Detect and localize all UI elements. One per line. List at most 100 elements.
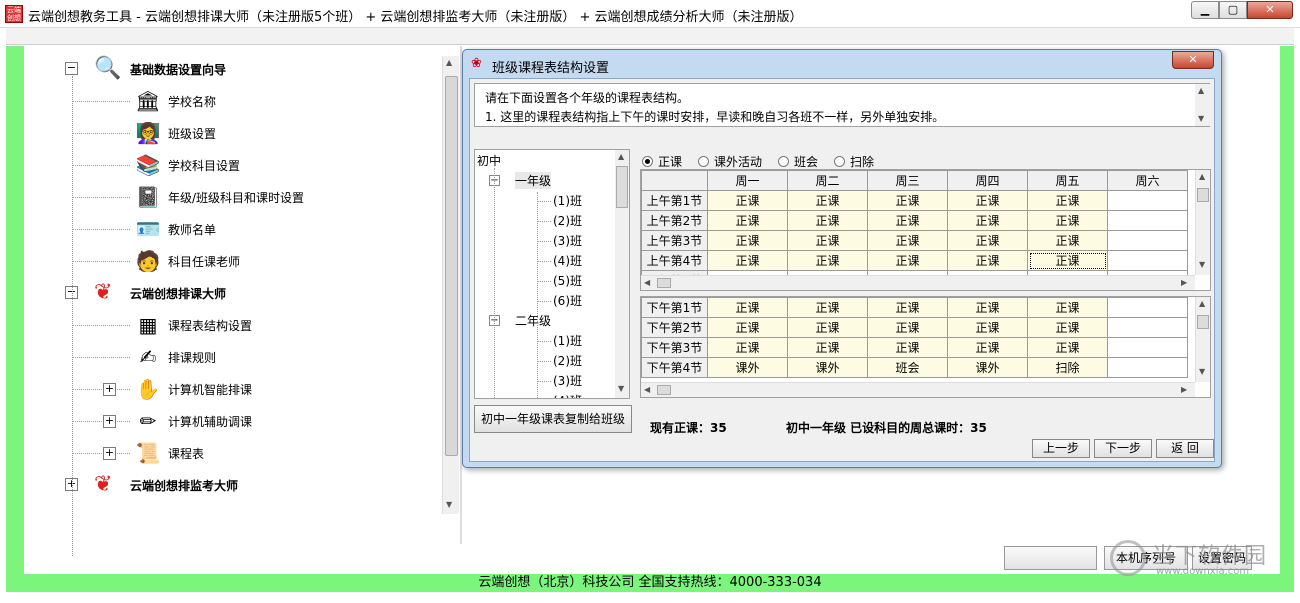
schedule-cell[interactable]: 正课 (867, 190, 948, 211)
tree-item[interactable]: 🪪 教师名单 (24, 214, 424, 244)
expand-icon[interactable]: + (103, 415, 116, 428)
class-tree-class[interactable]: (1)班 (553, 332, 582, 349)
return-button[interactable]: 返 回 (1156, 439, 1214, 458)
schedule-cell[interactable]: 正课 (947, 297, 1028, 318)
schedule-cell[interactable]: 班会 (867, 357, 948, 378)
schedule-cell[interactable]: 扫除 (1027, 357, 1108, 378)
scroll-down-icon[interactable]: ▼ (446, 500, 452, 509)
schedule-cell[interactable]: 课外 (947, 357, 1028, 378)
tree-item[interactable]: + ✏ 计算机辅助调课 (24, 406, 424, 436)
schedule-cell[interactable]: 正课 (707, 337, 788, 358)
maximize-button[interactable]: ▢ (1219, 1, 1247, 19)
grid-horizontal-scrollbar[interactable]: ◀ ▶ (641, 275, 1195, 290)
scroll-up-icon[interactable]: ▲ (1199, 172, 1205, 181)
schedule-cell[interactable]: 课外 (707, 357, 788, 378)
scroll-up-icon[interactable]: ▲ (1198, 86, 1204, 95)
expand-icon[interactable]: + (103, 447, 116, 460)
scroll-thumb[interactable] (445, 76, 458, 456)
schedule-cell[interactable]: 正课 (787, 250, 868, 271)
radio-button-icon[interactable] (642, 156, 653, 167)
schedule-cell[interactable]: 正课 (787, 337, 868, 358)
schedule-cell[interactable] (1107, 337, 1188, 358)
tree-item[interactable]: ▦ 课程表结构设置 (24, 310, 424, 340)
tree-item[interactable]: 📚 学校科目设置 (24, 150, 424, 180)
radio-button-icon[interactable] (778, 156, 789, 167)
scroll-thumb[interactable] (1197, 188, 1209, 202)
class-tree-class[interactable]: (4)班 (553, 252, 582, 269)
schedule-cell[interactable]: 正课 (947, 337, 1028, 358)
schedule-cell[interactable]: 正课 (867, 230, 948, 251)
scroll-right-icon[interactable]: ▶ (1181, 385, 1187, 394)
tree-item[interactable]: 🏛 学校名称 (24, 86, 424, 116)
scroll-thumb[interactable] (1197, 315, 1209, 329)
grid-horizontal-scrollbar[interactable]: ◀ ▶ (641, 382, 1195, 397)
class-tree-class[interactable]: (1)班 (553, 192, 582, 209)
schedule-cell[interactable]: 正课 (947, 190, 1028, 211)
scroll-down-icon[interactable]: ▼ (1199, 260, 1205, 269)
scroll-left-icon[interactable]: ◀ (644, 278, 650, 287)
schedule-cell[interactable]: 正课 (947, 210, 1028, 231)
schedule-cell[interactable]: 正课 (1027, 317, 1108, 338)
radio-option[interactable]: 课外活动 (698, 153, 762, 170)
class-tree-class[interactable]: (2)班 (553, 212, 582, 229)
scroll-left-icon[interactable]: ◀ (644, 385, 650, 394)
class-tree-scrollbar[interactable]: ▲ ▼ (615, 150, 629, 398)
scroll-thumb[interactable] (616, 166, 628, 208)
scroll-down-icon[interactable]: ▼ (1198, 114, 1204, 123)
radio-option[interactable]: 正课 (642, 153, 682, 170)
schedule-cell[interactable]: 正课 (787, 210, 868, 231)
schedule-cell[interactable]: 正课 (787, 230, 868, 251)
schedule-cell[interactable] (1107, 357, 1188, 378)
schedule-cell[interactable]: 课外 (787, 357, 868, 378)
schedule-cell[interactable]: 正课 (787, 190, 868, 211)
schedule-cell[interactable]: 正课 (947, 230, 1028, 251)
schedule-cell[interactable] (1107, 210, 1188, 231)
class-tree-class[interactable]: (2)班 (553, 352, 582, 369)
expand-icon[interactable]: + (103, 383, 116, 396)
schedule-cell[interactable] (1107, 317, 1188, 338)
schedule-cell[interactable]: 正课 (707, 210, 788, 231)
schedule-cell[interactable]: 正课 (1027, 250, 1108, 271)
class-tree-grade[interactable]: 二年级 (515, 312, 551, 329)
tree-item[interactable]: + 📜 课程表 (24, 438, 424, 468)
tree-group[interactable]: − 🔍 基础数据设置向导 (24, 54, 424, 84)
tree-group[interactable]: − ❦ 云端创想排课大师 (24, 278, 424, 308)
schedule-cell[interactable]: 正课 (1027, 190, 1108, 211)
class-tree-class[interactable]: (4)班 (553, 392, 582, 398)
tree-scrollbar[interactable]: ▲ ▼ (442, 56, 459, 514)
schedule-cell[interactable]: 正课 (1027, 337, 1108, 358)
schedule-cell[interactable]: 正课 (1027, 230, 1108, 251)
scroll-thumb[interactable] (657, 385, 671, 395)
instruction-scrollbar[interactable]: ▲ ▼ (1195, 84, 1210, 126)
radio-button-icon[interactable] (698, 156, 709, 167)
schedule-cell[interactable] (1107, 250, 1188, 271)
schedule-cell[interactable]: 正课 (947, 317, 1028, 338)
scroll-up-icon[interactable]: ▲ (446, 58, 452, 67)
tree-item[interactable]: 🧑 科目任课老师 (24, 246, 424, 276)
scroll-down-icon[interactable]: ▼ (1199, 367, 1205, 376)
collapse-icon[interactable]: − (65, 62, 78, 75)
schedule-cell[interactable]: 正课 (707, 317, 788, 338)
grid-vertical-scrollbar[interactable]: ▲ ▼ (1195, 170, 1210, 275)
tree-item[interactable]: 📓 年级/班级科目和课时设置 (24, 182, 424, 212)
scroll-up-icon[interactable]: ▲ (1199, 299, 1205, 308)
tree-item[interactable]: + ✋ 计算机智能排课 (24, 374, 424, 404)
schedule-cell[interactable]: 正课 (707, 190, 788, 211)
schedule-cell[interactable] (1107, 190, 1188, 211)
blank-button[interactable] (1004, 546, 1097, 570)
schedule-cell[interactable]: 正课 (707, 250, 788, 271)
dialog-close-button[interactable]: ✕ (1172, 51, 1214, 69)
radio-button-icon[interactable] (834, 156, 845, 167)
schedule-cell[interactable]: 正课 (867, 317, 948, 338)
schedule-cell[interactable]: 正课 (707, 230, 788, 251)
schedule-cell[interactable]: 正课 (867, 337, 948, 358)
tree-group[interactable]: + ❦ 云端创想排监考大师 (24, 470, 424, 500)
schedule-cell[interactable]: 正课 (867, 250, 948, 271)
copy-to-classes-button[interactable]: 初中一年级课表复制给班级 (474, 405, 632, 433)
schedule-cell[interactable]: 正课 (867, 210, 948, 231)
schedule-cell[interactable]: 正课 (1027, 210, 1108, 231)
class-tree-class[interactable]: (3)班 (553, 232, 582, 249)
scroll-right-icon[interactable]: ▶ (1181, 278, 1187, 287)
grid-vertical-scrollbar[interactable]: ▲ ▼ (1195, 297, 1210, 382)
schedule-cell[interactable] (1107, 297, 1188, 318)
